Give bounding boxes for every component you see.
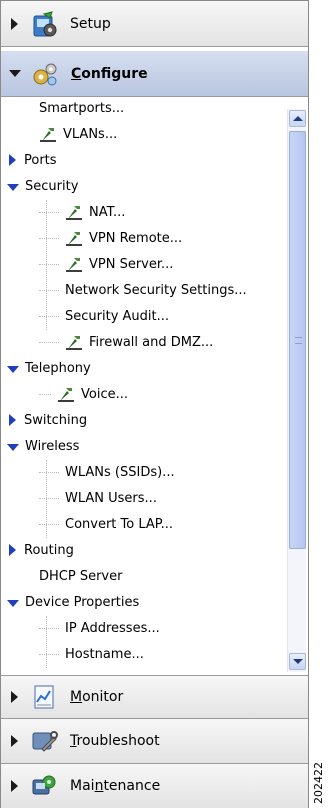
setup-section-header[interactable]: Setup: [1, 1, 308, 47]
tree-item-device-properties[interactable]: Device Properties: [7, 589, 139, 615]
tool-icon: [65, 333, 83, 351]
tree-item-wlans[interactable]: WLANs (SSIDs)...: [39, 459, 175, 485]
tree-item-telephony[interactable]: Telephony: [7, 355, 91, 381]
tree-item-smartports[interactable]: Smartports...: [39, 98, 124, 121]
tree-item-network-security-settings[interactable]: Network Security Settings...: [39, 277, 247, 303]
tool-icon: [57, 385, 75, 403]
maintenance-label: Maintenance: [70, 778, 161, 794]
setup-icon: [30, 10, 58, 38]
chart-icon: [30, 683, 58, 711]
expand-arrow-icon: [11, 780, 18, 792]
tree-item-firewall-dmz[interactable]: Firewall and DMZ...: [39, 329, 213, 355]
arrow-up-icon: [292, 116, 303, 121]
expand-arrow-icon: [11, 17, 18, 30]
configure-label: Configure: [71, 65, 148, 82]
troubleshoot-section-header[interactable]: Troubleshoot: [1, 719, 308, 764]
tree-item-vpn-server[interactable]: VPN Server...: [39, 251, 173, 277]
tree-item-voice[interactable]: Voice...: [39, 381, 128, 407]
wrench-icon: [30, 727, 58, 755]
collapse-arrow-icon: [7, 183, 19, 191]
figure-id: 202422: [312, 762, 325, 804]
expand-arrow-icon: [9, 544, 16, 556]
gears-icon: [31, 60, 59, 88]
configure-section-header[interactable]: Configure: [1, 51, 308, 97]
collapse-arrow-icon: [7, 599, 19, 607]
maintenance-section-header[interactable]: Maintenance: [1, 764, 308, 808]
tree-item-routing[interactable]: Routing: [9, 537, 74, 563]
expand-arrow-icon: [9, 154, 16, 166]
navigation-panel: Setup Configure Smartports... VLANs... P…: [0, 0, 309, 808]
tree-item-ip-addresses[interactable]: IP Addresses...: [39, 615, 160, 641]
expand-arrow-icon: [11, 691, 18, 703]
troubleshoot-label: Troubleshoot: [70, 733, 160, 749]
arrow-down-icon: [292, 659, 303, 664]
expand-arrow-icon: [11, 735, 18, 747]
tree-item-security[interactable]: Security: [7, 173, 78, 199]
tool-icon: [65, 229, 83, 247]
tree-scrollbar[interactable]: [287, 109, 306, 672]
collapse-arrow-icon: [7, 443, 19, 451]
tool-icon: [39, 125, 57, 143]
collapse-arrow-icon: [7, 365, 19, 373]
tree-item-wireless[interactable]: Wireless: [7, 433, 79, 459]
setup-label: Setup: [70, 15, 111, 32]
monitor-section-header[interactable]: Monitor: [1, 675, 308, 719]
tool-icon: [65, 255, 83, 273]
tree-item-wlan-users[interactable]: WLAN Users...: [39, 485, 157, 511]
monitor-label: Monitor: [70, 689, 124, 705]
collapse-arrow-icon: [9, 70, 21, 77]
tree-item-dhcp-server[interactable]: DHCP Server: [39, 563, 122, 589]
tree-item-security-audit[interactable]: Security Audit...: [39, 303, 169, 329]
maintenance-icon: [30, 772, 58, 800]
scroll-down-button[interactable]: [289, 653, 306, 670]
tree-item-vlans[interactable]: VLANs...: [39, 121, 117, 147]
scroll-up-button[interactable]: [289, 110, 306, 127]
tree-item-vpn-remote[interactable]: VPN Remote...: [39, 225, 182, 251]
tree-item-nat[interactable]: NAT...: [39, 199, 125, 225]
tree-item-hostname[interactable]: Hostname...: [39, 641, 144, 667]
tool-icon: [65, 203, 83, 221]
grip-icon: [295, 337, 302, 344]
expand-arrow-icon: [9, 414, 16, 426]
configure-tree: Smartports... VLANs... Ports Security NA…: [1, 98, 308, 673]
tree-item-switching[interactable]: Switching: [9, 407, 87, 433]
scroll-thumb[interactable]: [289, 131, 306, 549]
tree-item-ports[interactable]: Ports: [9, 147, 57, 173]
tree-item-convert-lap[interactable]: Convert To LAP...: [39, 511, 173, 537]
